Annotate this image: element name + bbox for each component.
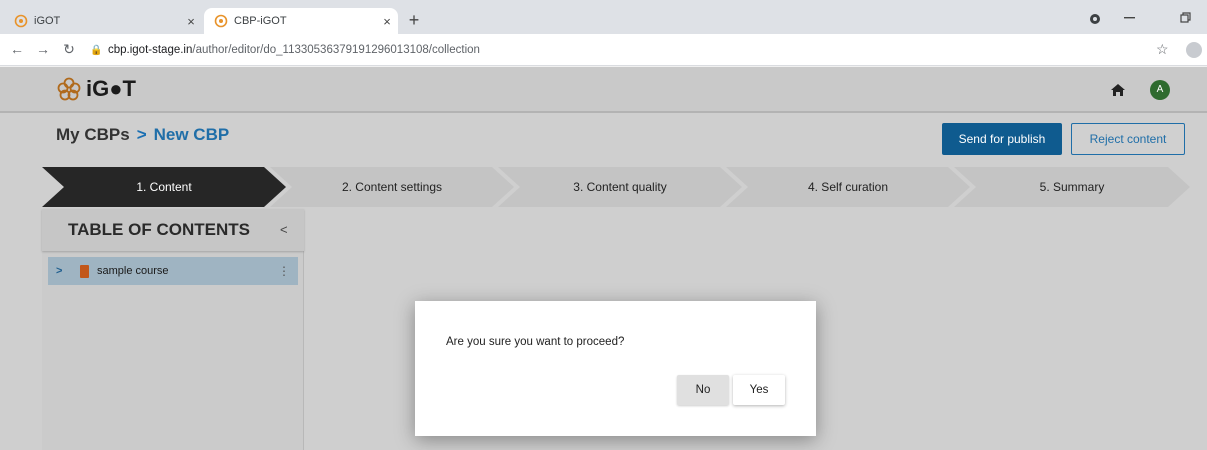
browser-tab-igot[interactable]: iGOT × [6, 8, 202, 34]
step-content-quality[interactable]: 3. Content quality [498, 167, 742, 207]
restore-icon[interactable] [1180, 12, 1192, 24]
logo-text: iG●T [86, 76, 136, 101]
step-content[interactable]: 1. Content [42, 167, 286, 207]
confirm-dialog: Are you sure you want to proceed? No Yes [415, 301, 816, 436]
expand-chevron-icon[interactable]: > [56, 265, 72, 277]
reject-content-button[interactable]: Reject content [1071, 123, 1185, 155]
toc-item-sample-course[interactable]: > sample course ⋮ [48, 257, 298, 285]
confirm-message: Are you sure you want to proceed? [446, 336, 625, 348]
toc-item-label: sample course [97, 265, 169, 277]
url-bar[interactable]: 🔒 cbp.igot-stage.in/author/editor/do_113… [90, 38, 1170, 62]
kebab-menu-icon[interactable]: ⋮ [278, 264, 298, 278]
book-icon [80, 264, 89, 278]
reload-icon[interactable]: ↻ [60, 40, 78, 58]
collapse-chevron-icon[interactable]: < [280, 222, 288, 237]
forward-arrow-icon[interactable]: → [34, 40, 52, 58]
url-path: /author/editor/do_1133053637919129601310… [192, 44, 480, 56]
send-for-publish-button[interactable]: Send for publish [942, 123, 1062, 155]
browser-tab-cbp-igot[interactable]: CBP-iGOT × [204, 8, 398, 34]
bookmark-star-icon[interactable]: ☆ [1156, 41, 1169, 58]
browser-tab-strip: iGOT × CBP-iGOT × + [0, 0, 1207, 34]
yes-button[interactable]: Yes [733, 375, 785, 405]
step-label: 2. Content settings [341, 180, 443, 194]
breadcrumb-separator-icon: > [136, 125, 147, 144]
tab-title: CBP-iGOT [234, 15, 287, 27]
breadcrumb-current: New CBP [153, 125, 230, 144]
step-content-settings[interactable]: 2. Content settings [270, 167, 514, 207]
no-button[interactable]: No [677, 375, 729, 405]
step-self-curation[interactable]: 4. Self curation [726, 167, 970, 207]
toc-title: TABLE OF CONTENTS [68, 220, 250, 239]
igot-favicon-icon [14, 14, 28, 28]
minimize-icon[interactable] [1124, 16, 1136, 20]
toc-header: TABLE OF CONTENTS < [42, 209, 304, 251]
stepper: 1. Content 2. Content settings 3. Conten… [42, 167, 1190, 207]
tab-title: iGOT [34, 15, 61, 27]
step-label: 5. Summary [1039, 180, 1105, 194]
back-arrow-icon[interactable]: ← [8, 40, 26, 58]
step-label: 4. Self curation [807, 180, 889, 194]
address-bar-row: ← → ↻ 🔒 cbp.igot-stage.in/author/editor/… [0, 34, 1207, 66]
igot-logo[interactable]: iG●T [56, 76, 136, 102]
tab-close-icon[interactable]: × [180, 14, 202, 29]
home-icon[interactable] [1110, 82, 1126, 98]
profile-avatar-icon[interactable] [1186, 42, 1202, 58]
step-label: 1. Content [136, 180, 192, 194]
igot-flower-icon [57, 77, 81, 101]
breadcrumb-root[interactable]: My CBPs [56, 125, 130, 145]
app-header: iG●T A [0, 67, 1207, 113]
lock-icon: 🔒 [90, 44, 103, 56]
igot-favicon-icon [214, 14, 228, 28]
step-summary[interactable]: 5. Summary [954, 167, 1190, 207]
step-label: 3. Content quality [573, 180, 667, 194]
url-domain: cbp.igot-stage.in [108, 44, 193, 56]
table-of-contents-panel: TABLE OF CONTENTS < > sample course ⋮ [42, 209, 304, 450]
breadcrumb: My CBPs > New CBP [56, 125, 229, 145]
new-tab-button[interactable]: + [404, 11, 424, 29]
chrome-extension-icon[interactable] [1089, 13, 1101, 25]
tab-close-icon[interactable]: × [376, 14, 398, 29]
user-avatar[interactable]: A [1150, 80, 1170, 100]
